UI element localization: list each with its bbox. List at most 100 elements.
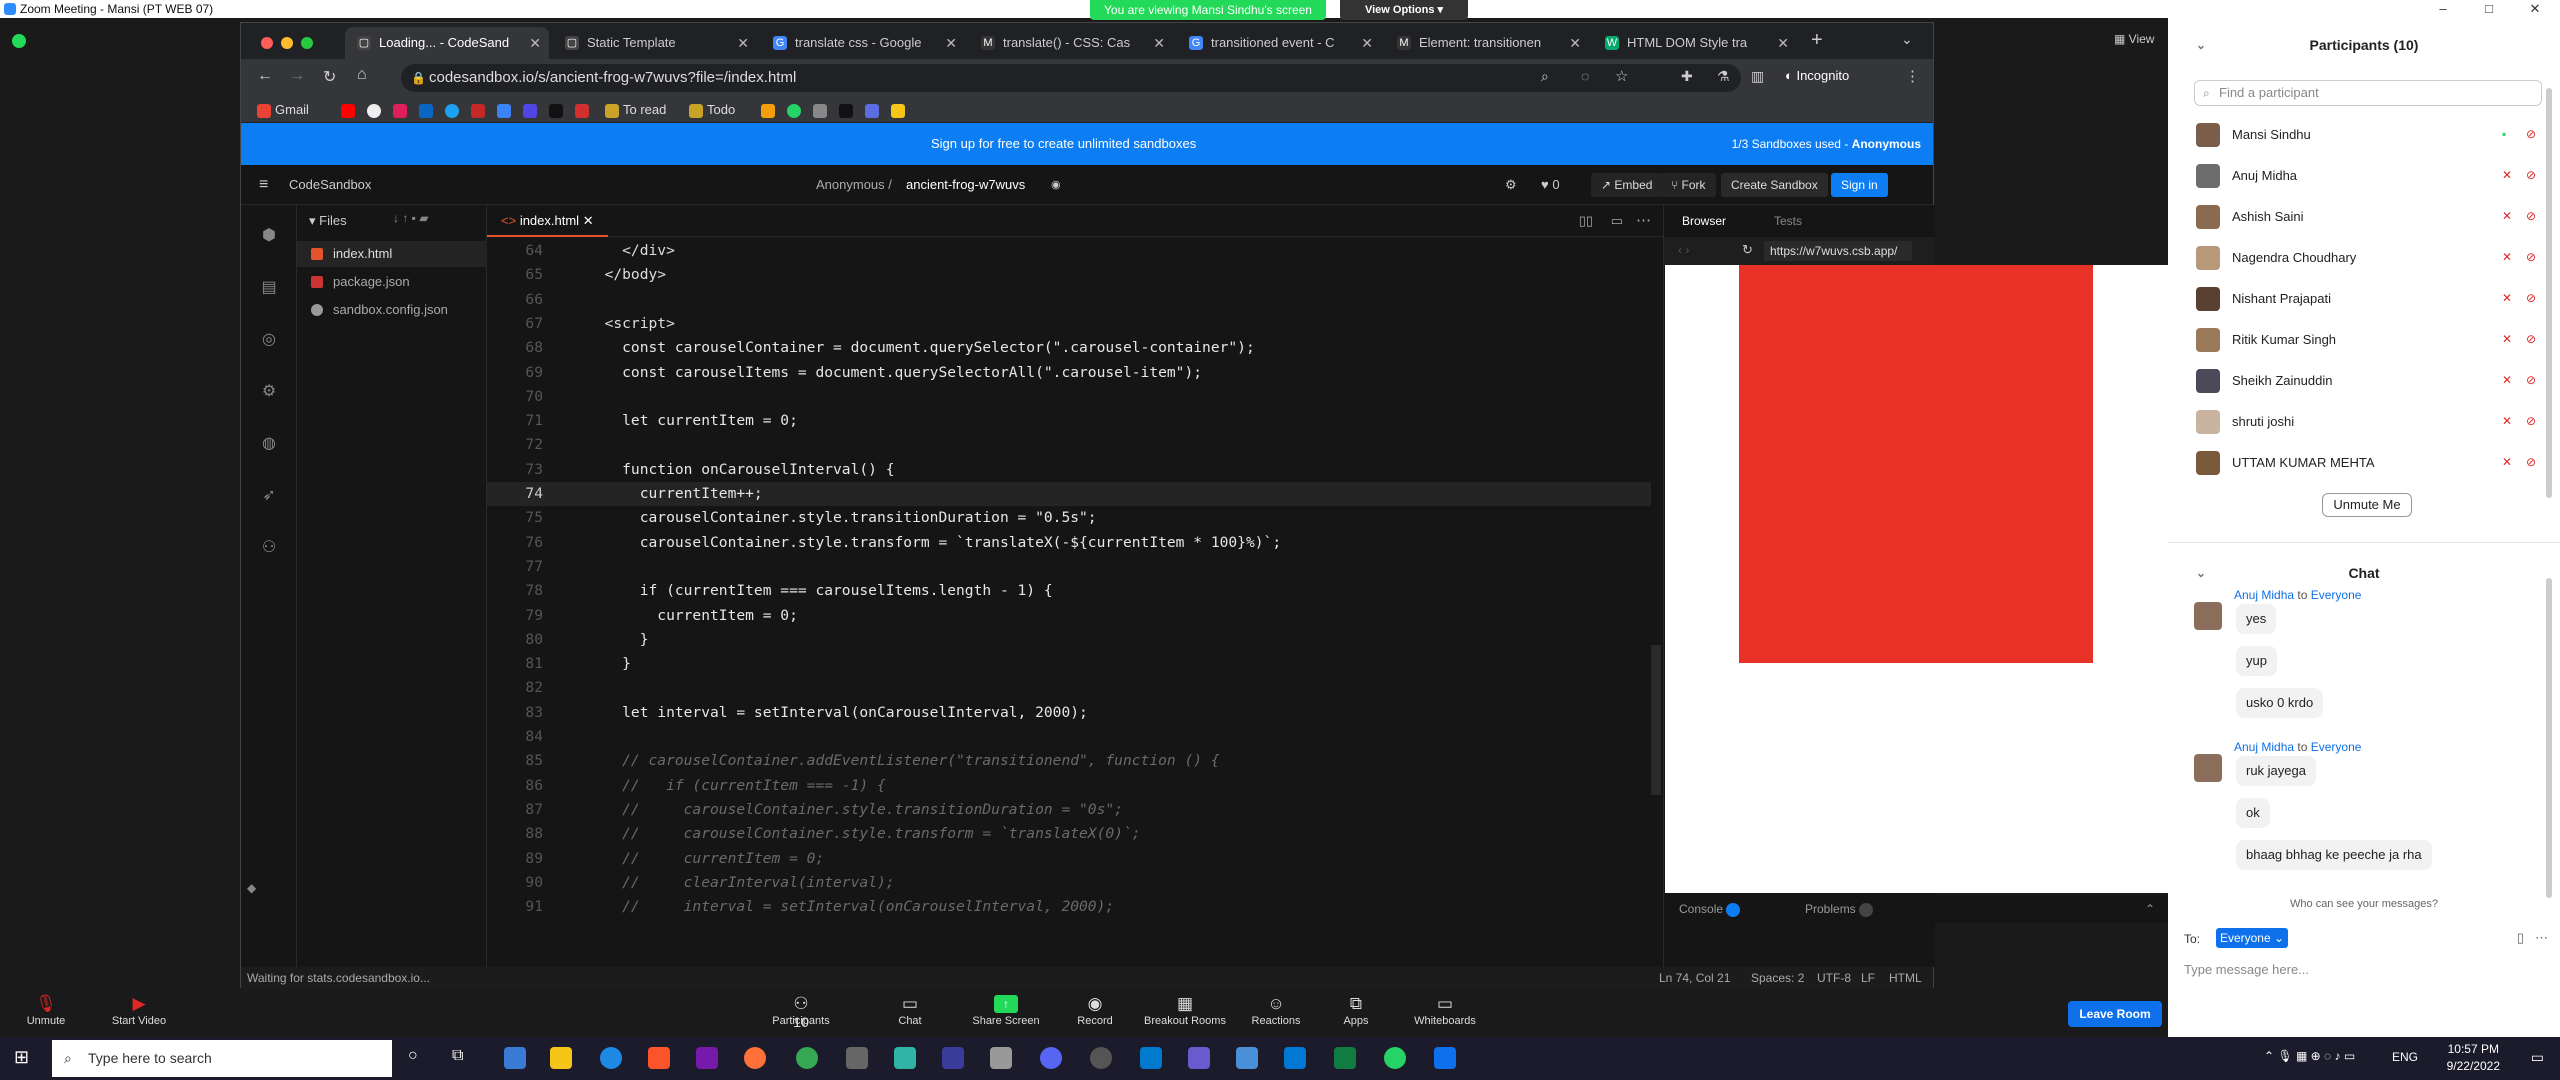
- bookmark-app-icon[interactable]: [549, 101, 567, 119]
- chat-message-input[interactable]: Type message here...: [2184, 962, 2309, 977]
- encoding[interactable]: UTF-8: [1817, 967, 1851, 989]
- start-video-button[interactable]: ▶ Start Video: [104, 991, 174, 1037]
- code-line[interactable]: 70: [487, 385, 1651, 409]
- browser-tab[interactable]: Gtranslate css - Google ✕: [761, 27, 965, 59]
- participant-row[interactable]: Nagendra Choudhary ✕ ⊘: [2168, 237, 2560, 278]
- code-line[interactable]: 86 // if (currentItem === -1) {: [487, 774, 1651, 798]
- bookmark-app-icon[interactable]: [575, 101, 593, 119]
- language-indicator[interactable]: ENG: [2392, 1050, 2418, 1064]
- unmute-button[interactable]: 🎙 Unmute: [18, 991, 74, 1037]
- browser-tab[interactable]: Mtranslate() - CSS: Cas ✕: [969, 27, 1173, 59]
- new-tab-icon[interactable]: +: [1811, 29, 1823, 52]
- settings-icon[interactable]: ⚙: [1505, 165, 1517, 205]
- participant-row[interactable]: Ashish Saini ✕ ⊘: [2168, 196, 2560, 237]
- code-line[interactable]: 83 let interval = setInterval(onCarousel…: [487, 701, 1651, 725]
- eye-off-icon[interactable]: ◌: [1581, 68, 1589, 84]
- file-item[interactable]: sandbox.config.json: [297, 297, 487, 323]
- sidepanel-icon[interactable]: ▥: [1751, 68, 1764, 85]
- editor-tab[interactable]: <> index.html ✕: [487, 205, 608, 237]
- vscode-icon[interactable]: [1140, 1047, 1162, 1069]
- system-clock[interactable]: 10:57 PM 9/22/2022: [2447, 1041, 2500, 1075]
- recipient-dropdown[interactable]: Everyone ⌄: [2216, 928, 2288, 948]
- bookmark-app-icon[interactable]: [471, 101, 489, 119]
- github-desktop-icon[interactable]: [1090, 1047, 1112, 1069]
- tab-close-icon[interactable]: ✕: [1569, 27, 1581, 59]
- code-line[interactable]: 66: [487, 288, 1651, 312]
- fork-button[interactable]: ⑂ Fork: [1661, 173, 1716, 197]
- collapse-chevron-icon[interactable]: ⌄: [2196, 18, 2206, 72]
- task-view-icon[interactable]: ⧉: [452, 1047, 463, 1065]
- calendar-icon[interactable]: [1284, 1047, 1306, 1069]
- sign-in-button[interactable]: Sign in: [1831, 173, 1888, 197]
- problems-tab[interactable]: Problems: [1805, 895, 1874, 923]
- cube-icon[interactable]: ⬢: [259, 225, 279, 245]
- maximize-icon[interactable]: □: [2466, 0, 2512, 18]
- collapse-chevron-icon[interactable]: ⌄: [2196, 543, 2206, 603]
- extensions-icon[interactable]: ✚: [1681, 68, 1693, 85]
- code-line[interactable]: 71 let currentItem = 0;: [487, 409, 1651, 433]
- code-line[interactable]: 77: [487, 555, 1651, 579]
- bookmark-folder-to-read[interactable]: To read: [605, 101, 666, 119]
- leave-room-button[interactable]: Leave Room: [2068, 1001, 2162, 1027]
- zoom-search-icon[interactable]: ⌕: [1541, 68, 1549, 85]
- taskbar-app-icon[interactable]: [942, 1047, 964, 1069]
- bookmark-app-icon[interactable]: [891, 101, 909, 119]
- discord-icon[interactable]: [1040, 1047, 1062, 1069]
- code-line[interactable]: 81 }: [487, 652, 1651, 676]
- code-line[interactable]: 72: [487, 433, 1651, 457]
- code-editor[interactable]: <> index.html ✕ ▯▯ ▭ ⋯ 64 </div> 65 </bod…: [487, 205, 1663, 967]
- console-tab[interactable]: Console: [1679, 895, 1741, 923]
- code-area[interactable]: 64 </div> 65 </body> 66 67 <script> 68 const…: [487, 239, 1651, 959]
- home-icon[interactable]: ⌂: [357, 66, 367, 84]
- taskbar-app-icon[interactable]: [504, 1047, 526, 1069]
- like-button[interactable]: ♥ 0: [1541, 165, 1560, 205]
- view-options-button[interactable]: View Options ▾: [1340, 0, 1468, 20]
- tab-browser[interactable]: Browser: [1682, 205, 1726, 237]
- code-line[interactable]: 82: [487, 676, 1651, 700]
- code-line[interactable]: 65 </body>: [487, 263, 1651, 287]
- more-icon[interactable]: ⋯: [1636, 211, 1651, 229]
- menu-icon[interactable]: ≡: [259, 165, 268, 205]
- url-input[interactable]: 🔒 codesandbox.io/s/ancient-frog-w7wuvs?fi…: [401, 64, 1741, 92]
- tab-search-icon[interactable]: ⌄: [1901, 31, 1913, 48]
- preview-back-icon[interactable]: ‹ ›: [1678, 243, 1689, 257]
- code-line[interactable]: 89 // currentItem = 0;: [487, 847, 1651, 871]
- firefox-icon[interactable]: [744, 1047, 766, 1069]
- zoom-icon[interactable]: [1434, 1047, 1456, 1069]
- who-can-see-link[interactable]: Who can see your messages?: [2168, 898, 2560, 910]
- tab-close-icon[interactable]: ✕: [945, 27, 957, 59]
- bookmark-whatsapp-icon[interactable]: [787, 101, 805, 119]
- view-button[interactable]: ▦ View: [2114, 32, 2154, 46]
- participant-row[interactable]: Nishant Prajapati ✕ ⊘: [2168, 278, 2560, 319]
- taskbar-app-icon[interactable]: [1236, 1047, 1258, 1069]
- split-view-icon[interactable]: ▯▯: [1579, 213, 1593, 229]
- code-line[interactable]: 90 // clearInterval(interval);: [487, 871, 1651, 895]
- bookmark-app-icon[interactable]: [865, 101, 883, 119]
- lab-icon[interactable]: ⚗: [1717, 68, 1730, 85]
- whatsapp-icon[interactable]: [1384, 1047, 1406, 1069]
- mac-maximize-dot[interactable]: [301, 37, 313, 49]
- forward-icon[interactable]: →: [289, 67, 305, 85]
- search-icon[interactable]: ◎: [259, 329, 279, 349]
- chat-message[interactable]: yes: [2236, 604, 2277, 634]
- taskbar-app-icon[interactable]: [1188, 1047, 1210, 1069]
- code-line[interactable]: 79 currentItem = 0;: [487, 604, 1651, 628]
- participant-row[interactable]: Ritik Kumar Singh ✕ ⊘: [2168, 319, 2560, 360]
- participant-row[interactable]: shruti joshi ✕ ⊘: [2168, 401, 2560, 442]
- tab-close-icon[interactable]: ✕: [1153, 27, 1165, 59]
- bookmark-app-icon[interactable]: [497, 101, 515, 119]
- reload-icon[interactable]: ↻: [323, 67, 336, 87]
- more-options-icon[interactable]: ⋯: [2535, 930, 2548, 946]
- tab-close-icon[interactable]: ✕: [1777, 27, 1789, 59]
- files-header[interactable]: ▾ Files: [309, 211, 347, 231]
- taskbar-search-input[interactable]: ⌕ Type here to search: [52, 1040, 392, 1077]
- bookmark-github-icon[interactable]: [367, 101, 385, 119]
- code-line[interactable]: 64 </div>: [487, 239, 1651, 263]
- code-line[interactable]: 87 // carouselContainer.style.transition…: [487, 798, 1651, 822]
- windows-start-icon[interactable]: ⊞: [14, 1047, 29, 1068]
- create-sandbox-button[interactable]: Create Sandbox: [1721, 173, 1828, 197]
- code-line[interactable]: 91 // interval = setInterval(onCarouselI…: [487, 895, 1651, 919]
- file-attach-icon[interactable]: ▯: [2517, 930, 2524, 946]
- code-line[interactable]: 73 function onCarouselInterval() {: [487, 458, 1651, 482]
- code-line[interactable]: 78 if (currentItem === carouselItems.len…: [487, 579, 1651, 603]
